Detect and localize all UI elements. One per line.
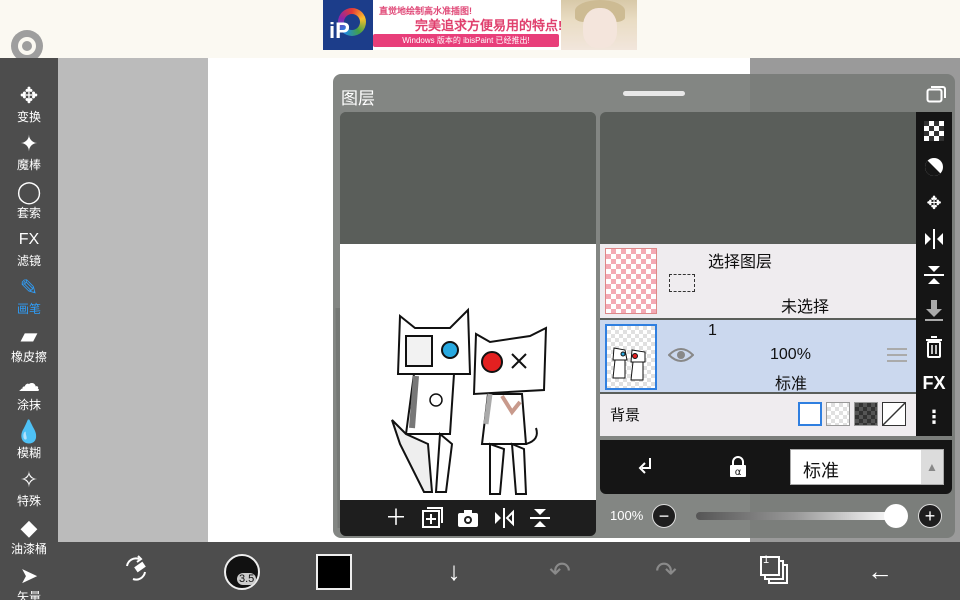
ad-line-3: Windows 版本的 ibisPaint 已经推出! [373, 34, 559, 47]
opacity-row: 100% − + [600, 498, 952, 534]
camera-import-icon[interactable] [456, 506, 480, 530]
back-arrow-icon[interactable]: ← [862, 554, 898, 590]
redo-icon[interactable]: ↷ [648, 554, 684, 590]
merge-down-icon[interactable] [916, 296, 952, 326]
arrow-down-icon[interactable]: ↓ [436, 554, 472, 590]
more-icon[interactable]: ⋮ [916, 402, 952, 432]
background-row: 背景 [600, 394, 916, 436]
background-none-option[interactable] [882, 402, 906, 426]
tool-special[interactable]: ✧ 特殊 [0, 466, 58, 514]
brush-size-button[interactable]: 3.5 [224, 554, 260, 590]
ibispaint-logo-icon: iP [323, 0, 373, 50]
magic-wand-icon: ✦ [19, 131, 39, 156]
tool-lasso[interactable]: ◯ 套索 [0, 178, 58, 226]
tool-brush[interactable]: ✎ 画笔 [0, 274, 58, 322]
tool-eraser[interactable]: ▰ 橡皮擦 [0, 322, 58, 370]
opacity-label: 100% [610, 508, 644, 523]
vector-arrow-icon: ➤ [19, 563, 39, 588]
tool-filter[interactable]: FX 滤镜 [0, 226, 58, 274]
blur-drop-icon: 💧 [15, 419, 43, 444]
add-layer-copy-icon[interactable] [420, 506, 444, 530]
flip-vertical-icon[interactable] [916, 260, 952, 290]
special-sparkle-icon: ✧ [19, 467, 39, 492]
fill-bucket-icon: ◆ [20, 515, 38, 540]
smudge-icon: ☁ [18, 371, 40, 396]
add-layer-icon[interactable]: ＋ [384, 506, 408, 530]
layer-opacity: 100% [770, 346, 811, 363]
layer-blend-mode: 标准 [775, 376, 808, 393]
chevron-up-icon: ▲ [921, 450, 943, 484]
background-dark-checker-option[interactable] [854, 402, 878, 426]
tool-blur[interactable]: 💧 模糊 [0, 418, 58, 466]
selection-marquee-icon [669, 274, 695, 292]
panel-drag-handle[interactable] [623, 91, 685, 96]
blend-mode-select[interactable]: 标准 ▲ [790, 449, 944, 485]
preview-canvas[interactable] [340, 244, 596, 500]
tool-sidebar: ✥ 变换 ✦ 魔棒 ◯ 套索 FX 滤镜 ✎ 画笔 ▰ 橡皮擦 ☁ 涂抹 💧 模… [0, 58, 58, 600]
layers-button[interactable]: 1 [758, 552, 792, 586]
blend-row: α 标准 ▲ [600, 440, 952, 494]
ad-illustration [561, 0, 637, 50]
svg-text:α: α [735, 467, 742, 478]
opacity-increase-button[interactable]: + [918, 504, 942, 528]
layer-row[interactable]: 1 100% 标准 [600, 320, 916, 393]
alpha-lock-icon[interactable]: α [728, 456, 748, 478]
invert-icon[interactable] [916, 152, 952, 182]
selection-layer-status: 未选择 [781, 299, 830, 316]
opacity-decrease-button[interactable]: − [652, 504, 676, 528]
bottom-toolbar: 3.5 ↓ ↶ ↷ 1 ← [58, 542, 960, 600]
layer-preview: ＋ [340, 112, 596, 536]
layer-panel: 图层 ＋ 选择图层 未选择 1 100% 标准 背景 ✥ FX ⋮ α 标准 ▲… [333, 74, 955, 538]
clipping-icon[interactable] [636, 456, 656, 478]
layer-actions-strip: ✥ FX ⋮ [916, 112, 952, 436]
fx-icon[interactable]: FX [916, 368, 952, 398]
panel-title: 图层 [341, 89, 375, 108]
tool-magic-wand[interactable]: ✦ 魔棒 [0, 130, 58, 178]
brush-icon: ✎ [19, 275, 39, 300]
eraser-icon: ▰ [20, 323, 38, 348]
opacity-slider[interactable] [696, 512, 896, 520]
move-icon[interactable]: ✥ [916, 188, 952, 218]
background-checker-option[interactable] [826, 402, 850, 426]
color-swatch-button[interactable] [316, 554, 352, 590]
lasso-icon: ◯ [16, 179, 42, 204]
window-toggle-icon[interactable] [926, 85, 946, 103]
checker-icon[interactable] [916, 116, 952, 146]
ad-line-2: 完美追求方便易用的特点! [415, 18, 563, 33]
preview-offscreen [340, 112, 596, 244]
transform-icon: ✥ [19, 83, 39, 108]
selection-layer-row[interactable]: 选择图层 未选择 [600, 244, 916, 318]
selection-layer-name: 选择图层 [708, 254, 773, 271]
flip-vertical-icon[interactable] [528, 506, 552, 530]
tool-vector[interactable]: ➤ 矢量 [0, 562, 58, 600]
tool-smudge[interactable]: ☁ 涂抹 [0, 370, 58, 418]
filter-fx-icon: FX [18, 231, 40, 248]
selection-layer-thumbnail [605, 248, 657, 314]
preview-drawing-art [391, 307, 548, 495]
ad-banner[interactable]: iP 直觉地绘制高水准插图! 完美追求方便易用的特点! Windows 版本的 … [323, 0, 637, 50]
trash-icon[interactable] [916, 332, 952, 362]
tool-fill[interactable]: ◆ 油漆桶 [0, 514, 58, 562]
layer-name: 1 [708, 322, 717, 339]
swap-eraser-icon[interactable] [118, 554, 154, 590]
eye-visibility-icon[interactable] [668, 346, 694, 364]
layer-thumbnail [605, 324, 657, 390]
undo-icon[interactable]: ↶ [542, 554, 578, 590]
background-label: 背景 [610, 407, 641, 424]
drag-handle-icon[interactable] [887, 348, 907, 362]
flip-horizontal-icon[interactable] [916, 224, 952, 254]
preview-toolbar: ＋ [340, 500, 596, 536]
background-white-option[interactable] [798, 402, 822, 426]
layer-list: 选择图层 未选择 1 100% 标准 背景 [600, 112, 916, 436]
tool-transform[interactable]: ✥ 变换 [0, 82, 58, 130]
opacity-slider-knob[interactable] [884, 504, 908, 528]
menu-icon [22, 41, 32, 51]
flip-horizontal-icon[interactable] [492, 506, 516, 530]
